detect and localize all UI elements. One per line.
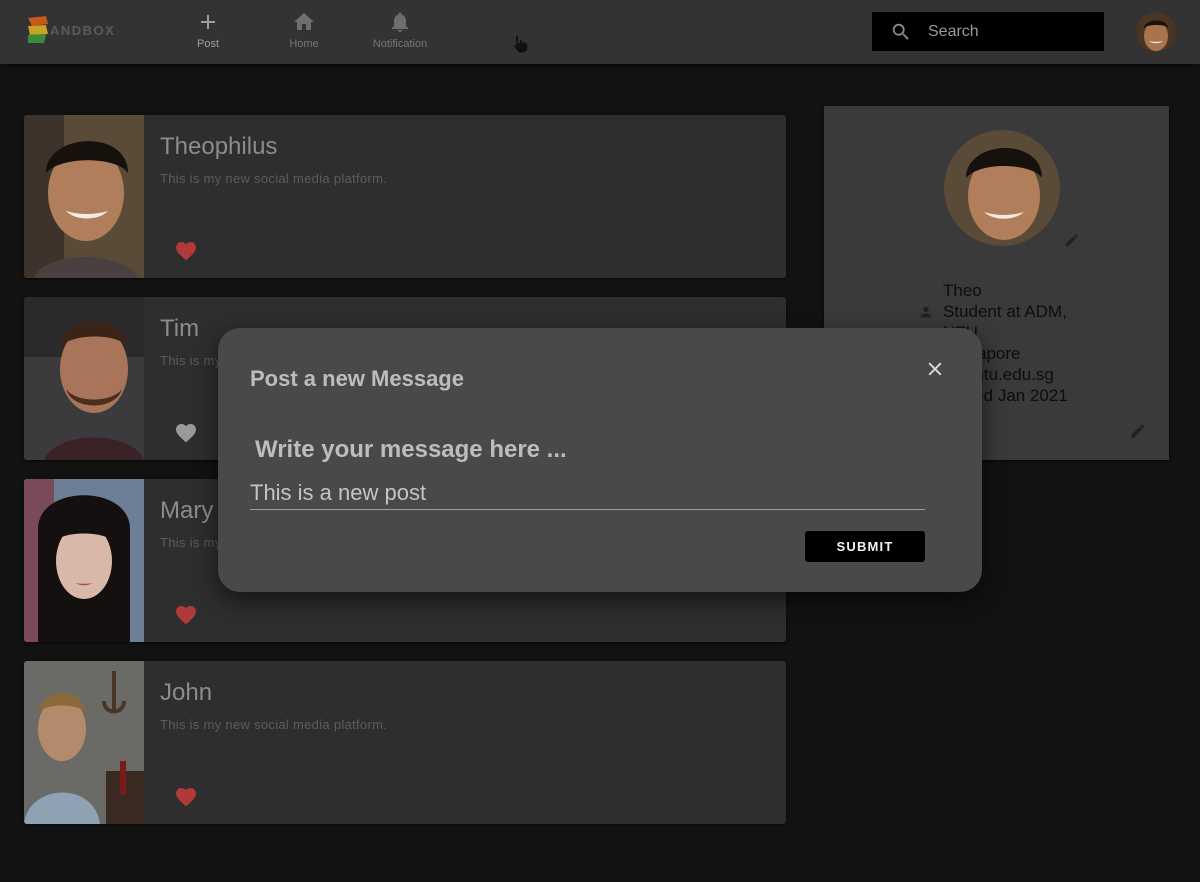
close-icon[interactable] [924, 358, 946, 380]
post-message-dialog: Post a new Message Write your message he… [218, 328, 982, 592]
message-input[interactable] [250, 476, 925, 510]
submit-button[interactable]: SUBMIT [805, 531, 925, 562]
dialog-title: Post a new Message [250, 366, 464, 391]
message-field-label: Write your message here ... [255, 436, 567, 463]
